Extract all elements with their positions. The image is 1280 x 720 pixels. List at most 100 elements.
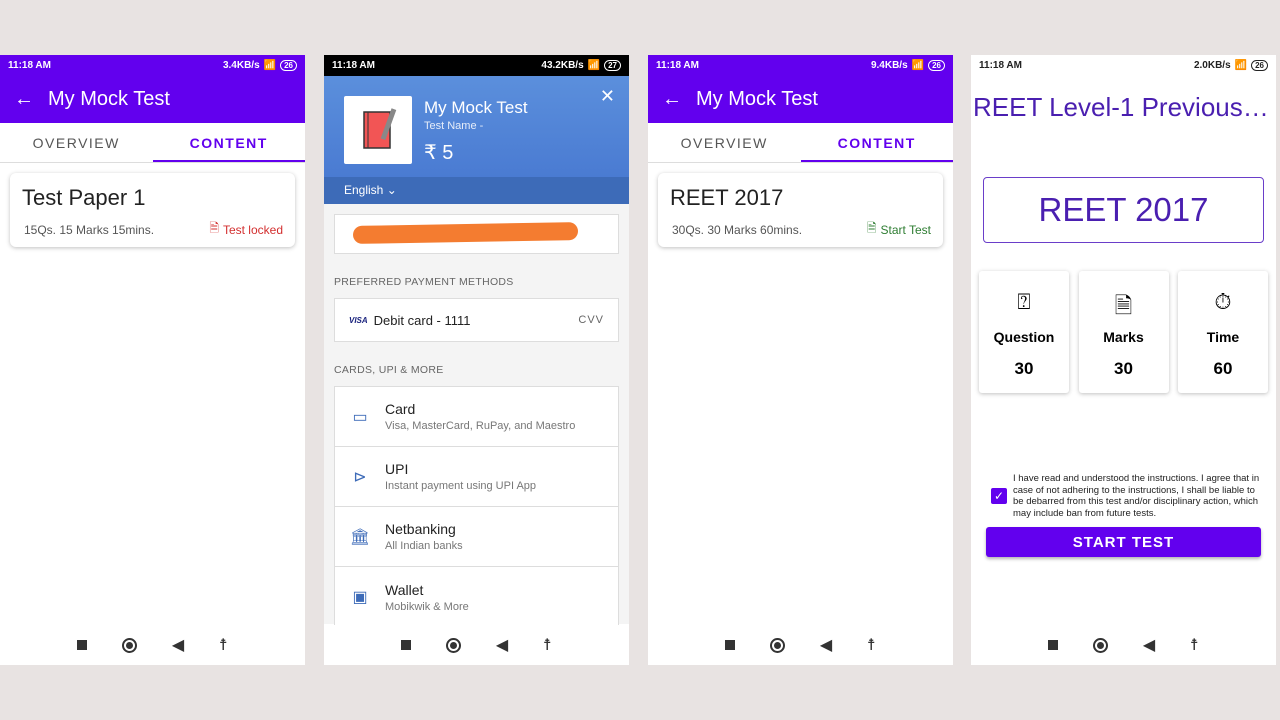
system-nav-bar: ◀ ☨ (324, 625, 629, 665)
back-triangle-icon[interactable]: ◀ (496, 635, 508, 655)
notebook-logo-icon (344, 96, 412, 164)
agreement-text: I have read and understood the instructi… (1013, 473, 1260, 519)
language-selector[interactable]: English ⌄ (324, 177, 629, 204)
accessibility-icon[interactable]: ☨ (219, 635, 228, 655)
stat-label: Marks (1103, 329, 1144, 345)
card-icon: ▭ (352, 408, 368, 426)
signal-icon: 📶 (911, 60, 925, 71)
signal-icon: 📶 (587, 60, 601, 71)
app-title: My Mock Test (696, 88, 818, 110)
test-meta: 15Qs. 15 Marks 15mins. (24, 222, 155, 237)
method-title: Wallet (385, 581, 424, 598)
back-triangle-icon[interactable]: ◀ (820, 635, 832, 655)
language-label: English (344, 183, 384, 197)
paper-title: REET Level-1 Previous Year Math Question… (973, 92, 1276, 122)
system-nav-bar: ◀ ☨ (971, 625, 1276, 665)
stat-time: ⏱ Time 60 (1178, 271, 1268, 393)
stopwatch-icon: ⏱ (1214, 289, 1232, 314)
home-icon[interactable] (122, 637, 138, 653)
debit-card-label: Debit card - 1111 (373, 312, 471, 328)
app-bar: ← My Mock Test (648, 76, 953, 123)
stat-label: Question (993, 329, 1055, 345)
method-upi[interactable]: ⊳ UPI Instant payment using UPI App (335, 447, 618, 507)
back-arrow-icon[interactable]: ← (14, 88, 34, 111)
network-speed: 3.4KB/s (222, 60, 260, 71)
visa-icon: VISA (349, 315, 368, 325)
start-test-button[interactable]: START TEST (986, 527, 1261, 557)
marks-doc-icon: 🗎 (1114, 293, 1133, 318)
preferred-methods-label: PREFERRED PAYMENT METHODS (334, 276, 514, 288)
phone-screen-1: 11:18 AM 3.4KB/s 📶 26 ← My Mock Test OVERV… (0, 55, 305, 665)
start-test-link[interactable]: 🗎 Start Test (867, 219, 931, 240)
doc-check-icon: 🗎 (866, 221, 877, 235)
status-bar: 11:18 AM 3.4KB/s 📶 26 (0, 55, 305, 76)
debit-card-option[interactable]: VISA Debit card - 1111 CVV (334, 298, 619, 342)
stat-marks: 🗎 Marks 30 (1078, 271, 1169, 393)
battery-icon: 27 (604, 60, 621, 71)
test-locked-status: 🗎 Test locked (209, 219, 283, 240)
status-time: 11:18 AM (979, 60, 1022, 71)
system-nav-bar: ◀ ☨ (0, 625, 305, 665)
phone-screen-4: 11:18 AM 2.0KB/s 📶 26 REET Level-1 Previou… (971, 55, 1276, 665)
accessibility-icon[interactable]: ☨ (543, 635, 552, 655)
stat-value: 30 (1114, 359, 1133, 378)
method-netbanking[interactable]: 🏛 Netbanking All Indian banks (335, 507, 618, 567)
stats-row: ⍰ Question 30 🗎 Marks 30 ⏱ Time 60 (971, 271, 1276, 393)
payment-price: ₹ 5 (424, 142, 454, 164)
test-title: Test Paper 1 (22, 185, 146, 210)
tab-overview[interactable]: OVERVIEW (648, 123, 801, 162)
battery-icon: 26 (280, 60, 297, 71)
home-icon[interactable] (446, 637, 462, 653)
home-icon[interactable] (1093, 637, 1109, 653)
test-card[interactable]: Test Paper 1 15Qs. 15 Marks 15mins. 🗎 Tes… (10, 173, 295, 247)
payment-body: PREFERRED PAYMENT METHODS VISA Debit car… (324, 204, 629, 628)
method-sub: Instant payment using UPI App (385, 480, 537, 492)
signal-icon: 📶 (263, 60, 277, 71)
network-speed: 43.2KB/s (541, 60, 584, 71)
test-name-box: REET 2017 (983, 177, 1264, 243)
method-title: UPI (385, 461, 409, 477)
method-card[interactable]: ▭ Card Visa, MasterCard, RuPay, and Maestr… (335, 387, 618, 447)
recents-icon[interactable] (1048, 640, 1059, 650)
upi-icon: ⊳ (353, 468, 367, 486)
network-speed: 2.0KB/s (1193, 60, 1231, 71)
tab-bar: OVERVIEW CONTENT (648, 123, 953, 163)
home-icon[interactable] (770, 637, 786, 653)
agreement-row: ✓ I have read and understood the instruc… (991, 473, 1266, 519)
back-arrow-icon[interactable]: ← (662, 88, 682, 111)
method-wallet[interactable]: ▣ Wallet Mobikwik & More (335, 567, 618, 627)
agree-checkbox[interactable]: ✓ (991, 488, 1007, 504)
payment-methods-list: ▭ Card Visa, MasterCard, RuPay, and Maestr… (334, 386, 619, 628)
close-icon[interactable]: ✕ (600, 86, 615, 107)
signal-icon: 📶 (1234, 60, 1248, 71)
question-chat-icon: ⍰ (1017, 289, 1031, 314)
status-bar: 11:18 AM 2.0KB/s 📶 26 (971, 55, 1276, 76)
battery-icon: 26 (928, 60, 945, 71)
payment-header: My Mock Test Test Name - ₹ 5 ✕ (324, 76, 629, 177)
recents-icon[interactable] (401, 640, 412, 650)
status-bar: 11:18 AM 9.4KB/s 📶 26 (648, 55, 953, 76)
redaction-mark (352, 222, 579, 244)
method-sub: Mobikwik & More (385, 600, 469, 613)
phone-screen-3: 11:18 AM 9.4KB/s 📶 26 ← My Mock Test OVERV… (648, 55, 953, 665)
test-title: REET 2017 (670, 185, 784, 210)
accessibility-icon[interactable]: ☨ (867, 635, 876, 655)
accessibility-icon[interactable]: ☨ (1190, 635, 1199, 655)
phone-screen-2: 11:18 AM 43.2KB/s 📶 27 My Mock Test Test N… (324, 55, 629, 665)
status-label: Test locked (222, 222, 283, 237)
test-card[interactable]: REET 2017 30Qs. 30 Marks 60mins. 🗎 Start … (658, 173, 943, 247)
recents-icon[interactable] (725, 640, 736, 650)
payment-subtitle: Test Name - (424, 120, 484, 132)
cvv-input[interactable]: CVV (578, 314, 604, 326)
status-time: 11:18 AM (656, 60, 699, 71)
network-speed: 9.4KB/s (870, 60, 908, 71)
tab-overview[interactable]: OVERVIEW (0, 123, 153, 162)
recents-icon[interactable] (77, 640, 88, 650)
redacted-contact-field[interactable] (334, 214, 619, 254)
tab-content[interactable]: CONTENT (152, 123, 305, 162)
tab-content[interactable]: CONTENT (800, 123, 953, 162)
lock-doc-icon: 🗎 (209, 221, 219, 235)
method-title: Netbanking (385, 521, 456, 537)
back-triangle-icon[interactable]: ◀ (172, 635, 184, 655)
back-triangle-icon[interactable]: ◀ (1143, 635, 1155, 655)
